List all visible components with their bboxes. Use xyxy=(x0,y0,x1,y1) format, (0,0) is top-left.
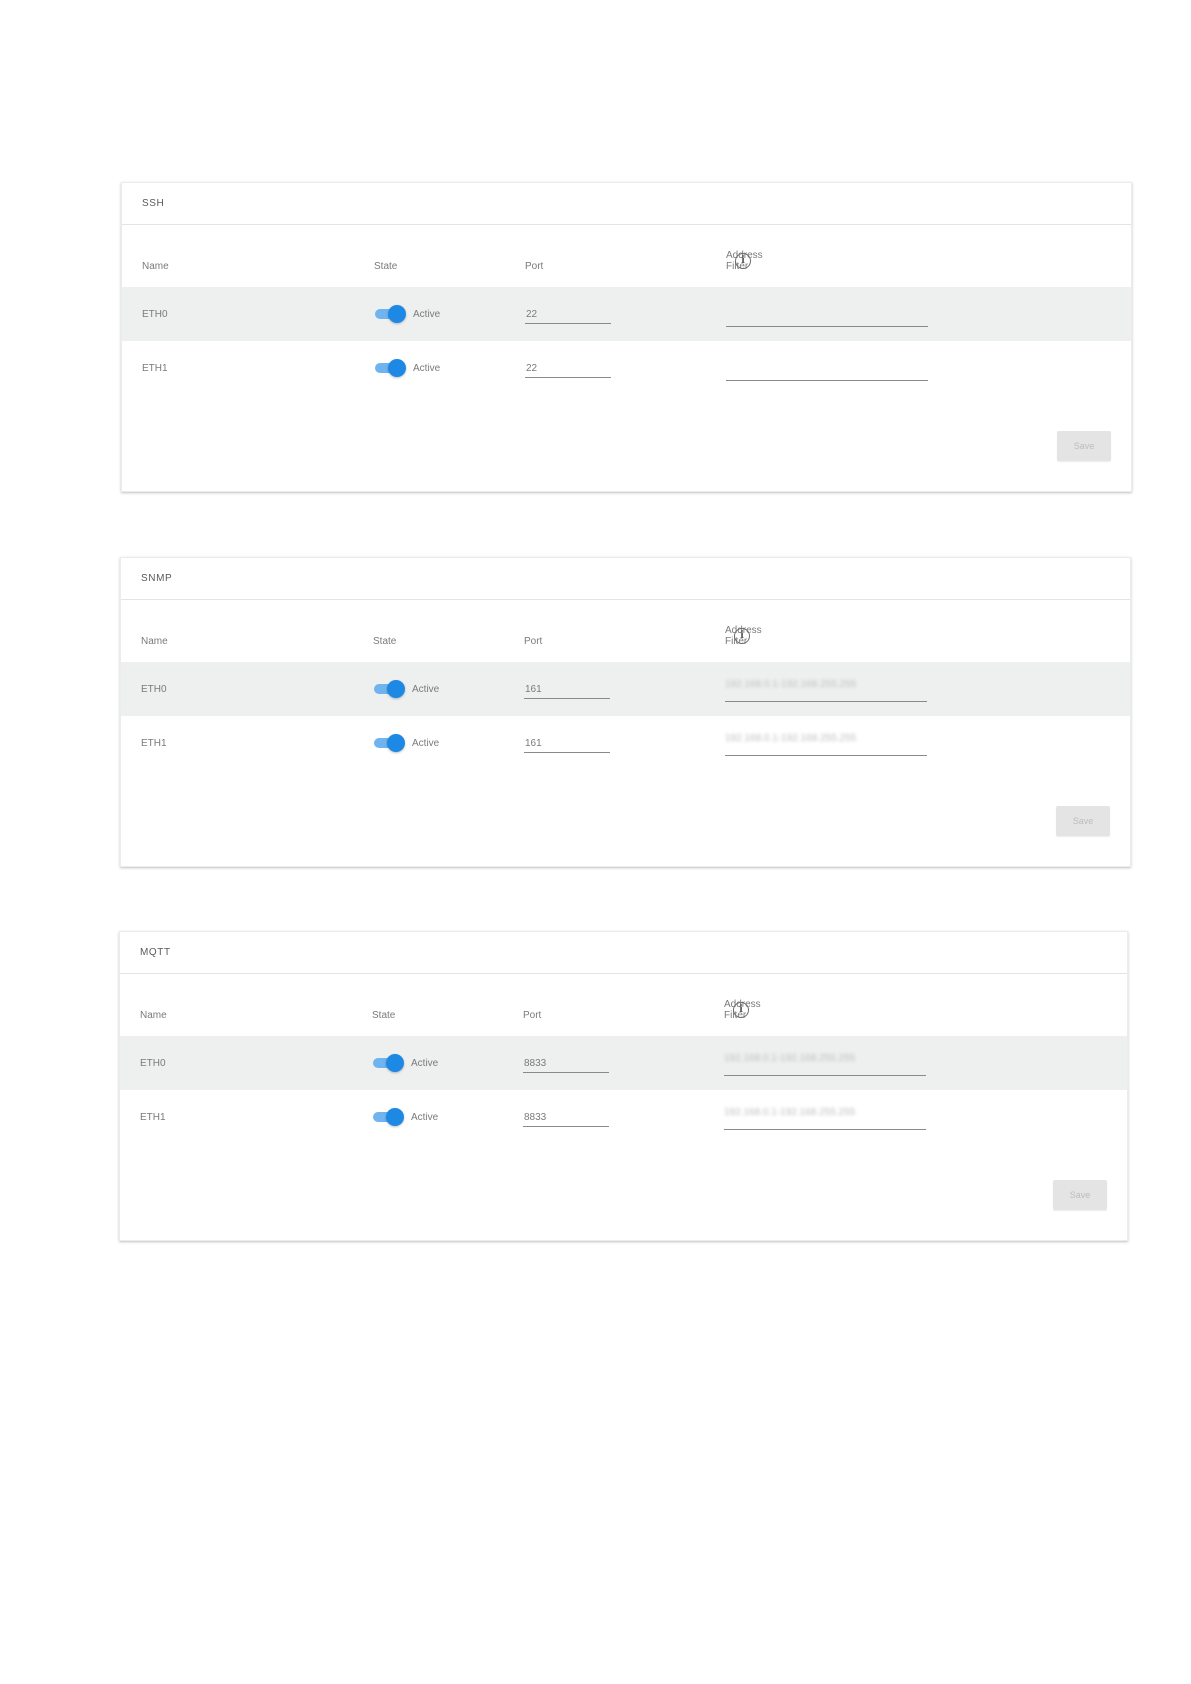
state-toggle-group: Active xyxy=(372,1054,438,1072)
interface-name: ETH1 xyxy=(140,1112,166,1123)
state-toggle-group: Active xyxy=(373,680,439,698)
column-name-header: Name xyxy=(142,261,169,272)
address-filter-input[interactable]: 192.168.0.1-192.168.255.255 xyxy=(725,732,927,756)
column-name-header: Name xyxy=(140,1010,167,1021)
column-state-header: State xyxy=(373,636,397,647)
column-state-header: State xyxy=(372,1010,396,1021)
address-filter-input[interactable]: 192.168.0.1-192.168.255.255 xyxy=(724,1106,926,1130)
info-icon[interactable]: i xyxy=(735,253,751,269)
state-toggle[interactable] xyxy=(373,734,405,752)
save-button[interactable]: Save xyxy=(1057,431,1111,461)
address-filter-input[interactable]: 192.168.0.1-192.168.255.255 xyxy=(724,1052,926,1076)
save-button[interactable]: Save xyxy=(1053,1180,1107,1210)
address-filter-value: 192.168.0.1-192.168.255.255 xyxy=(724,1053,856,1064)
state-toggle-group: Active xyxy=(374,359,440,377)
address-filter-input[interactable] xyxy=(726,303,928,327)
card-title: SNMP xyxy=(121,558,1130,600)
card-title: MQTT xyxy=(120,932,1127,974)
column-headers: Name State Port Address Filter i xyxy=(120,974,1127,1036)
port-input[interactable]: 161 xyxy=(524,684,610,699)
column-port-header: Port xyxy=(523,1010,542,1021)
mqtt-card: MQTT Name State Port Address Filter i ET… xyxy=(119,931,1128,1241)
state-toggle[interactable] xyxy=(372,1054,404,1072)
column-port-header: Port xyxy=(525,261,544,272)
column-port-header: Port xyxy=(524,636,543,647)
info-icon[interactable]: i xyxy=(733,1002,749,1018)
state-toggle[interactable] xyxy=(372,1108,404,1126)
state-toggle[interactable] xyxy=(374,359,406,377)
ssh-card: SSH Name State Port Address Filter i ETH… xyxy=(121,182,1132,492)
address-filter-value xyxy=(726,357,928,358)
table-row: ETH1 Active 8833 192.168.0.1-192.168.255… xyxy=(120,1090,1127,1144)
info-icon[interactable]: i xyxy=(734,628,750,644)
port-input[interactable]: 8833 xyxy=(523,1058,609,1073)
interface-name: ETH0 xyxy=(140,1058,166,1069)
interface-name: ETH1 xyxy=(142,363,168,374)
port-input[interactable]: 22 xyxy=(525,309,611,324)
interface-name: ETH0 xyxy=(141,684,167,695)
state-label: Active xyxy=(411,1057,439,1069)
address-filter-input[interactable]: 192.168.0.1-192.168.255.255 xyxy=(725,678,927,702)
table-row: ETH1 Active 22 xyxy=(122,341,1131,395)
card-title: SSH xyxy=(122,183,1131,225)
column-state-header: State xyxy=(374,261,398,272)
table-row: ETH0 Active 161 192.168.0.1-192.168.255.… xyxy=(121,662,1130,716)
table-row: ETH0 Active 22 xyxy=(122,287,1131,341)
state-toggle[interactable] xyxy=(374,305,406,323)
column-name-header: Name xyxy=(141,636,168,647)
table-row: ETH0 Active 8833 192.168.0.1-192.168.255… xyxy=(120,1036,1127,1090)
address-filter-value: 192.168.0.1-192.168.255.255 xyxy=(725,679,857,690)
state-toggle-group: Active xyxy=(374,305,440,323)
state-label: Active xyxy=(411,1111,439,1123)
state-label: Active xyxy=(412,737,440,749)
address-filter-input[interactable] xyxy=(726,357,928,381)
table-row: ETH1 Active 161 192.168.0.1-192.168.255.… xyxy=(121,716,1130,770)
state-label: Active xyxy=(413,308,441,320)
interface-name: ETH0 xyxy=(142,309,168,320)
card-footer: Save xyxy=(120,1144,1127,1240)
snmp-card: SNMP Name State Port Address Filter i ET… xyxy=(120,557,1131,867)
state-toggle[interactable] xyxy=(373,680,405,698)
interface-name: ETH1 xyxy=(141,738,167,749)
address-filter-value: 192.168.0.1-192.168.255.255 xyxy=(725,733,857,744)
save-button[interactable]: Save xyxy=(1056,806,1110,836)
card-footer: Save xyxy=(121,770,1130,866)
address-filter-value: 192.168.0.1-192.168.255.255 xyxy=(724,1107,856,1118)
card-footer: Save xyxy=(122,395,1131,491)
port-input[interactable]: 161 xyxy=(524,738,610,753)
column-headers: Name State Port Address Filter i xyxy=(122,225,1131,287)
state-label: Active xyxy=(412,683,440,695)
port-input[interactable]: 22 xyxy=(525,363,611,378)
address-filter-value xyxy=(726,303,928,304)
port-input[interactable]: 8833 xyxy=(523,1112,609,1127)
state-toggle-group: Active xyxy=(373,734,439,752)
state-label: Active xyxy=(413,362,441,374)
state-toggle-group: Active xyxy=(372,1108,438,1126)
column-headers: Name State Port Address Filter i xyxy=(121,600,1130,662)
